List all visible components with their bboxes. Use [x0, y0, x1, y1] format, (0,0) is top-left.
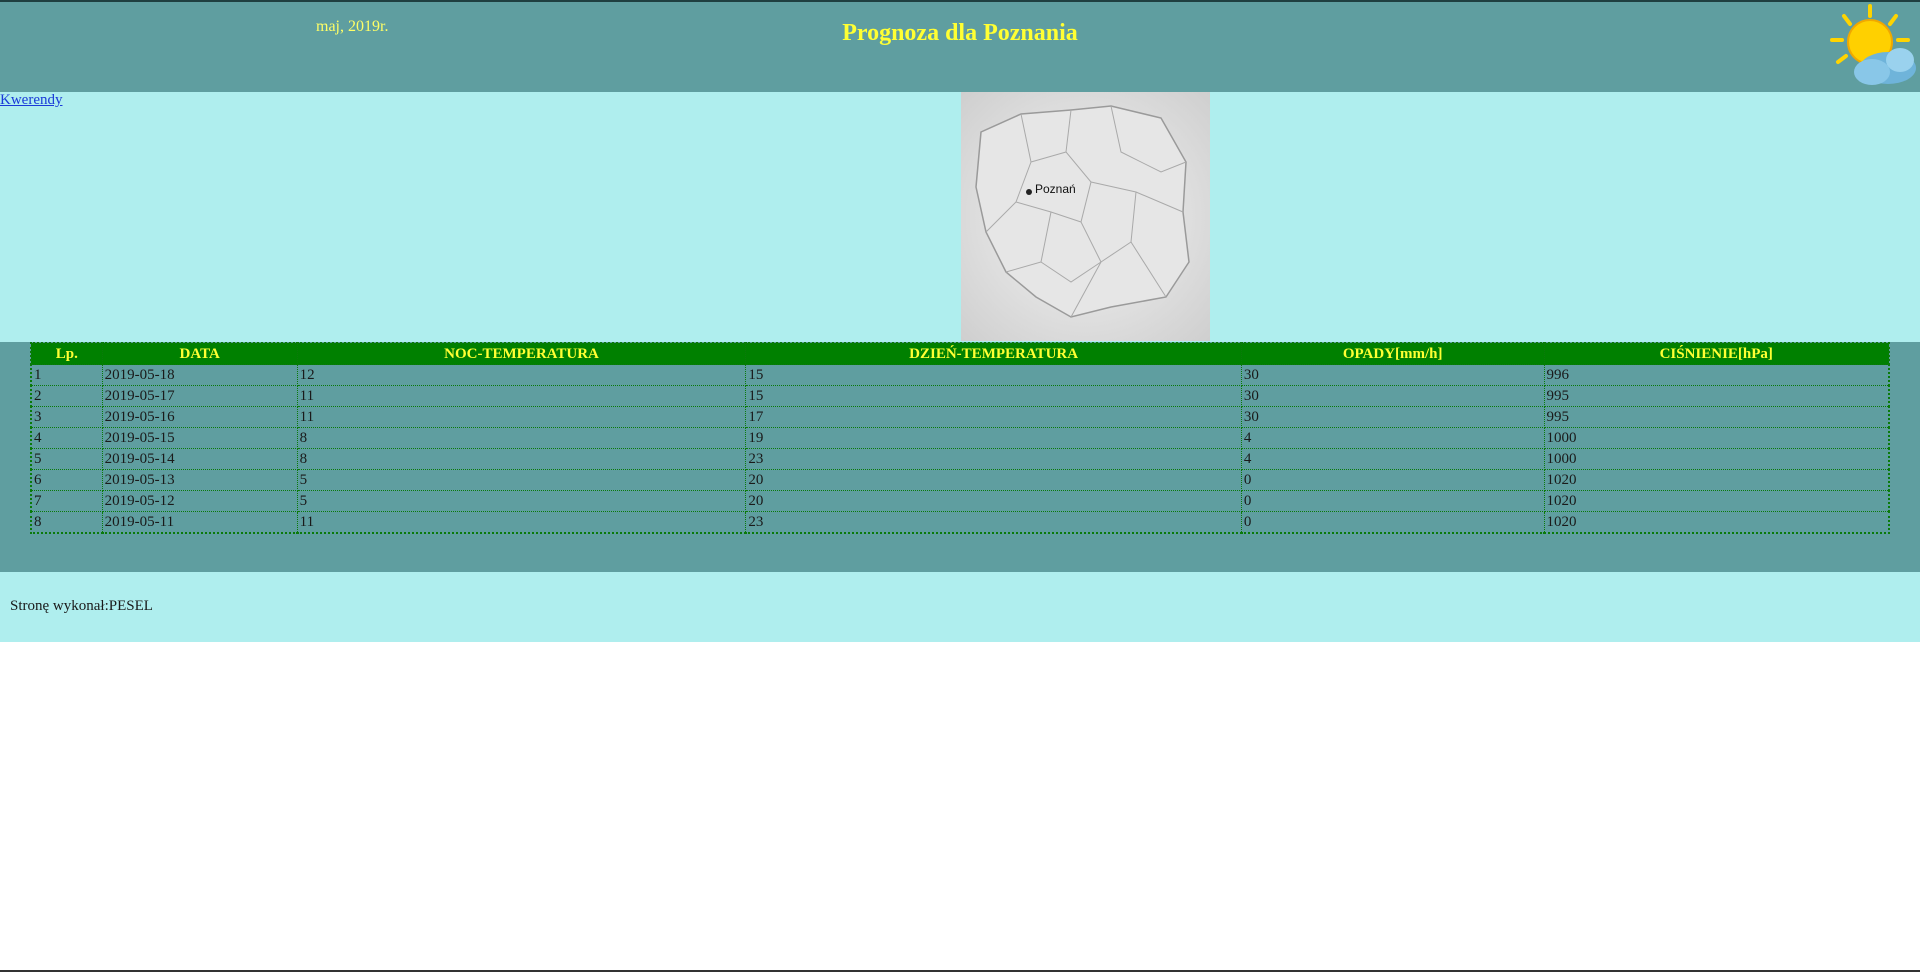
nav-section: Kwerendy Poznań: [0, 92, 1920, 342]
table-row: 5 2019-05-14 8 23 4 1000: [30, 448, 1890, 470]
table-row: 1 2019-05-18 12 15 30 996: [30, 364, 1890, 386]
table-row: 6 2019-05-13 5 20 0 1020: [30, 469, 1890, 491]
cell-data: 2019-05-14: [101, 448, 298, 470]
cell-cisnienie: 1020: [1543, 469, 1890, 491]
cell-data: 2019-05-15: [101, 427, 298, 449]
cell-noc-temperatura: 5: [296, 469, 747, 491]
cell-opady: 30: [1240, 406, 1545, 428]
cell-cisnienie: 995: [1543, 406, 1890, 428]
cell-data: 2019-05-18: [101, 364, 298, 386]
column-header-dzien-temperatura: DZIEŃ-TEMPERATURA: [745, 342, 1242, 365]
cell-cisnienie: 1000: [1543, 448, 1890, 470]
cell-dzien-temperatura: 20: [745, 490, 1242, 512]
table-row: 3 2019-05-16 11 17 30 995: [30, 406, 1890, 428]
cell-cisnienie: 1020: [1543, 490, 1890, 512]
cell-data: 2019-05-13: [101, 469, 298, 491]
table-row: 2 2019-05-17 11 15 30 995: [30, 385, 1890, 407]
cell-cisnienie: 1000: [1543, 427, 1890, 449]
cell-data: 2019-05-16: [101, 406, 298, 428]
cell-opady: 4: [1240, 427, 1545, 449]
cell-opady: 30: [1240, 385, 1545, 407]
cell-dzien-temperatura: 20: [745, 469, 1242, 491]
cell-opady: 0: [1240, 511, 1545, 534]
cell-lp: 4: [30, 427, 103, 449]
cell-opady: 0: [1240, 469, 1545, 491]
cell-lp: 5: [30, 448, 103, 470]
cell-opady: 4: [1240, 448, 1545, 470]
cell-noc-temperatura: 11: [296, 385, 747, 407]
cell-noc-temperatura: 11: [296, 406, 747, 428]
column-header-data: DATA: [101, 342, 298, 365]
page-title: Prognoza dla Poznania: [842, 20, 1078, 46]
table-row: 8 2019-05-11 11 23 0 1020: [30, 511, 1890, 534]
cell-data: 2019-05-12: [101, 490, 298, 512]
forecast-section: Lp. DATA NOC-TEMPERATURA DZIEŃ-TEMPERATURA O…: [0, 342, 1920, 572]
table-row: 4 2019-05-15 8 19 4 1000: [30, 427, 1890, 449]
cell-noc-temperatura: 5: [296, 490, 747, 512]
cell-noc-temperatura: 11: [296, 511, 747, 534]
column-header-noc-temperatura: NOC-TEMPERATURA: [296, 342, 747, 365]
cell-dzien-temperatura: 19: [745, 427, 1242, 449]
table-row: 7 2019-05-12 5 20 0 1020: [30, 490, 1890, 512]
cell-dzien-temperatura: 15: [745, 385, 1242, 407]
cell-dzien-temperatura: 23: [745, 448, 1242, 470]
kwerendy-link[interactable]: Kwerendy: [0, 92, 62, 109]
cell-dzien-temperatura: 15: [745, 364, 1242, 386]
cell-dzien-temperatura: 17: [745, 406, 1242, 428]
cell-opady: 0: [1240, 490, 1545, 512]
column-header-opady: OPADY[mm/h]: [1240, 342, 1545, 365]
cell-lp: 8: [30, 511, 103, 534]
cell-cisnienie: 1020: [1543, 511, 1890, 534]
cell-noc-temperatura: 12: [296, 364, 747, 386]
cell-lp: 7: [30, 490, 103, 512]
cell-data: 2019-05-11: [101, 511, 298, 534]
cell-lp: 2: [30, 385, 103, 407]
header-banner: maj, 2019r. Prognoza dla Poznania: [0, 0, 1920, 92]
forecast-table: Lp. DATA NOC-TEMPERATURA DZIEŃ-TEMPERATURA O…: [30, 342, 1890, 534]
cell-dzien-temperatura: 23: [745, 511, 1242, 534]
poland-map-image: Poznań: [961, 92, 1210, 341]
table-header-row: Lp. DATA NOC-TEMPERATURA DZIEŃ-TEMPERATURA O…: [30, 342, 1890, 365]
column-header-lp: Lp.: [30, 342, 103, 365]
column-header-cisnienie: CIŚNIENIE[hPa]: [1543, 342, 1890, 365]
poznan-map-label: Poznań: [1035, 182, 1076, 196]
cell-opady: 30: [1240, 364, 1545, 386]
cell-noc-temperatura: 8: [296, 448, 747, 470]
cell-lp: 6: [30, 469, 103, 491]
footer: Stronę wykonał:PESEL: [0, 572, 1920, 642]
cell-cisnienie: 995: [1543, 385, 1890, 407]
cell-cisnienie: 996: [1543, 364, 1890, 386]
cell-lp: 1: [30, 364, 103, 386]
cell-data: 2019-05-17: [101, 385, 298, 407]
table-body: 1 2019-05-18 12 15 30 996 2 2019-05-17 11 15 30 995…: [30, 364, 1890, 534]
footer-author-text: Stronę wykonał:PESEL: [10, 598, 153, 614]
sun-behind-cloud-icon: [1830, 4, 1916, 85]
cell-lp: 3: [30, 406, 103, 428]
cell-noc-temperatura: 8: [296, 427, 747, 449]
